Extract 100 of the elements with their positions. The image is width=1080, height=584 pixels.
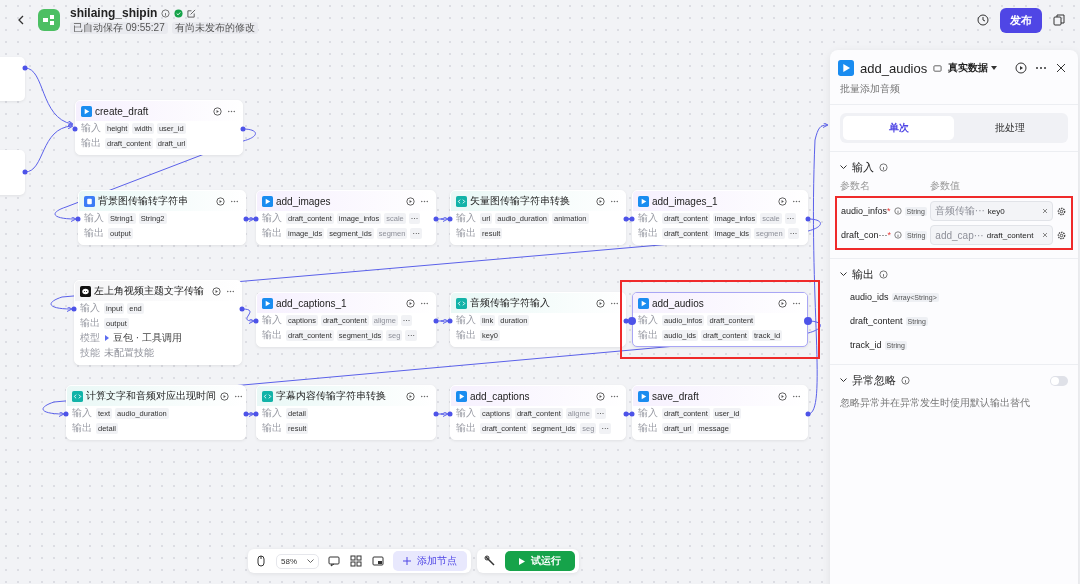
reference-field[interactable]: 音频传输··· key0 [929, 201, 1053, 221]
mode-tab[interactable]: 批处理 [954, 116, 1065, 140]
run-icon[interactable] [405, 195, 416, 207]
port-dot[interactable] [63, 411, 69, 417]
run-icon[interactable] [595, 390, 606, 402]
plugin-icon [638, 195, 649, 207]
port-dot[interactable] [22, 65, 28, 71]
code-icon [262, 390, 273, 402]
run-icon[interactable] [777, 390, 788, 402]
run-icon[interactable] [595, 195, 606, 207]
run-icon[interactable] [405, 390, 416, 402]
settings-icon[interactable] [1056, 229, 1067, 241]
port-dot[interactable] [253, 318, 259, 324]
info-icon[interactable] [901, 376, 910, 385]
run-icon[interactable] [219, 390, 230, 402]
run-icon[interactable] [212, 105, 223, 117]
card-icon[interactable] [933, 63, 943, 73]
port-dot[interactable] [623, 318, 629, 324]
port-dot[interactable] [804, 317, 812, 325]
port-dot[interactable] [629, 216, 635, 222]
zoom-select[interactable]: 58% [276, 553, 319, 569]
row-label: 输出 [262, 328, 283, 342]
port-dot[interactable] [243, 216, 249, 222]
minimap-icon[interactable] [371, 554, 385, 568]
node-card[interactable] [0, 57, 25, 101]
port-dot[interactable] [447, 318, 453, 324]
info-icon[interactable] [161, 8, 171, 18]
run-icon[interactable] [215, 195, 226, 207]
port-dot[interactable] [629, 411, 635, 417]
chevron-icon[interactable] [840, 378, 847, 383]
check-icon [174, 8, 184, 18]
clear-icon[interactable] [1042, 232, 1048, 238]
row-label: 输出 [638, 421, 659, 435]
info-icon[interactable] [894, 231, 903, 239]
ignore-toggle[interactable] [1050, 375, 1068, 386]
run-icon[interactable] [405, 297, 416, 309]
code-icon [456, 195, 467, 207]
info-icon[interactable] [879, 163, 888, 172]
run-icon[interactable] [595, 297, 606, 309]
row-label: 输入 [456, 211, 477, 225]
workflow-title: shilaing_shipin [70, 6, 158, 20]
port-dot[interactable] [623, 411, 629, 417]
run-icon[interactable] [777, 297, 788, 309]
mouse-icon[interactable] [254, 554, 268, 568]
port-dot[interactable] [433, 318, 439, 324]
plugin-icon [638, 297, 649, 309]
wrench-icon[interactable] [483, 554, 497, 568]
close-icon[interactable] [1054, 61, 1068, 75]
row-label: 输出 [638, 226, 659, 240]
publish-button[interactable]: 发布 [1000, 7, 1042, 33]
plugin-icon [838, 60, 854, 76]
reference-field[interactable]: add_cap··· draft_content [930, 225, 1053, 245]
port-dot[interactable] [433, 216, 439, 222]
port-dot[interactable] [805, 216, 811, 222]
row-label: 输出 [456, 328, 477, 342]
run-icon[interactable] [1014, 61, 1028, 75]
document-icon [84, 195, 95, 207]
mode-tab[interactable]: 单次 [843, 116, 954, 140]
data-source-dropdown[interactable]: 真实数据 [948, 61, 998, 75]
history-icon[interactable] [976, 13, 990, 27]
row-label: 输出 [84, 226, 105, 240]
layout-icon[interactable] [349, 554, 363, 568]
port-dot[interactable] [253, 216, 259, 222]
row-label: 输出 [262, 226, 283, 240]
port-dot[interactable] [447, 216, 453, 222]
port-dot[interactable] [447, 411, 453, 417]
row-label: 输出 [638, 328, 659, 342]
settings-icon[interactable] [1056, 205, 1067, 217]
info-icon[interactable] [879, 270, 888, 279]
port-dot[interactable] [239, 306, 245, 312]
edit-icon[interactable] [187, 8, 197, 18]
param-name: audio_infos* [841, 206, 891, 216]
run-icon[interactable] [777, 195, 788, 207]
info-icon[interactable] [893, 207, 902, 215]
chevron-icon[interactable] [840, 165, 847, 170]
comment-icon[interactable] [327, 554, 341, 568]
port-dot[interactable] [240, 126, 246, 132]
copy-icon[interactable] [1052, 13, 1066, 27]
section-title: 输入 [852, 160, 874, 175]
clear-icon[interactable] [1042, 208, 1048, 214]
port-dot[interactable] [628, 317, 636, 325]
caret-icon [991, 65, 998, 71]
port-dot[interactable] [72, 126, 78, 132]
unpublished-status: 有尚未发布的修改 [171, 22, 258, 34]
port-dot[interactable] [623, 216, 629, 222]
port-dot[interactable] [253, 411, 259, 417]
add-node-button[interactable]: 添加节点 [393, 551, 467, 571]
port-dot[interactable] [805, 411, 811, 417]
port-dot[interactable] [75, 216, 81, 222]
chevron-icon[interactable] [840, 272, 847, 277]
port-dot[interactable] [243, 411, 249, 417]
run-icon[interactable] [211, 285, 222, 297]
port-dot[interactable] [433, 411, 439, 417]
output-name: audio_ids [850, 292, 889, 302]
code-icon [72, 390, 83, 402]
node-title: 背景图传输转字符串 [98, 194, 189, 208]
node-title: 音频传输字符输入 [470, 296, 551, 310]
node-card[interactable] [0, 150, 25, 195]
port-dot[interactable] [22, 169, 28, 175]
port-dot[interactable] [71, 306, 77, 312]
